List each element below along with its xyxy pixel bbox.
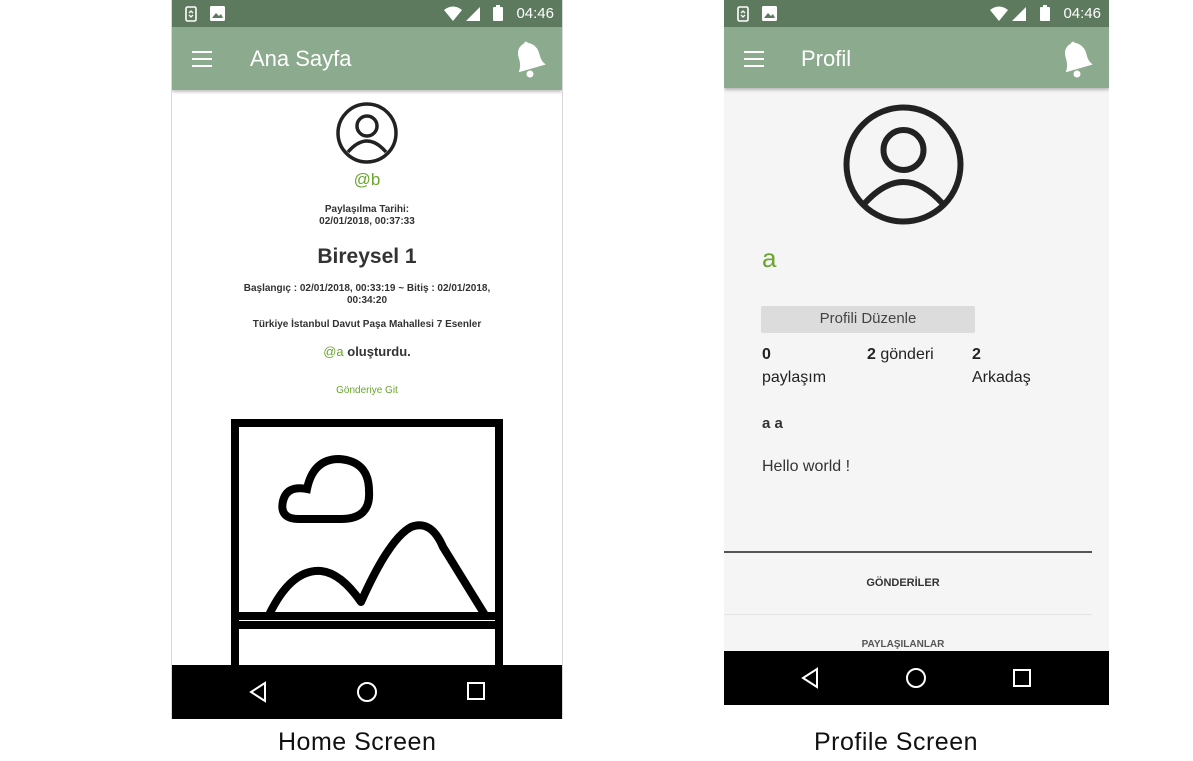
profile-bio: Hello world !: [762, 458, 851, 475]
tab-posts[interactable]: GÖNDERİLER: [724, 577, 1082, 589]
stat-shares-value: 0: [762, 346, 771, 363]
image-notification-icon: [210, 6, 225, 21]
stat-posts-label: gönderi: [880, 346, 934, 363]
status-bar: 04:46: [172, 0, 562, 27]
tab-divider: [724, 614, 1092, 615]
stat-shares[interactable]: 0 paylaşım: [762, 346, 826, 392]
status-bar: 04:46: [724, 0, 1109, 27]
image-notification-icon: [762, 6, 777, 21]
system-nav-bar: [172, 665, 562, 719]
recents-icon[interactable]: [466, 681, 486, 701]
home-screen-caption: Home Screen: [278, 728, 437, 756]
image-placeholder-icon: [231, 419, 503, 679]
recents-icon[interactable]: [1012, 668, 1032, 688]
creator-line: @a oluşturdu.: [172, 344, 562, 359]
sync-phone-icon: [737, 6, 749, 22]
page-title: Ana Sayfa: [250, 46, 352, 71]
signal-icon: [466, 7, 480, 21]
share-date-label: Paylaşılma Tarihi:: [324, 204, 410, 215]
menu-icon[interactable]: [744, 51, 764, 67]
stat-shares-label: paylaşım: [762, 369, 827, 386]
signal-icon: [1012, 7, 1026, 21]
share-date-value: 02/01/2018, 00:37:33: [319, 216, 415, 227]
creator-suffix: oluşturdu.: [347, 344, 411, 359]
wifi-icon: [990, 6, 1008, 21]
creator-handle[interactable]: @a: [323, 344, 343, 359]
page-title: Profil: [801, 46, 852, 71]
stat-friends[interactable]: 2 Arkadaş: [972, 346, 1031, 392]
wifi-icon: [444, 6, 462, 21]
profile-name: a: [762, 243, 777, 273]
avatar-icon: [336, 102, 398, 164]
post-username[interactable]: @b: [172, 170, 562, 190]
post-title: Bireysel 1: [317, 245, 417, 268]
notification-bell-icon[interactable]: [1057, 40, 1093, 78]
tab-indicator: [724, 551, 1092, 553]
post-location: Türkiye İstanbul Davut Paşa Mahallesi 7 …: [252, 319, 482, 330]
post-dates-line2: 00:34:20: [346, 295, 388, 306]
back-icon[interactable]: [800, 667, 820, 689]
home-icon[interactable]: [356, 681, 378, 703]
clock: 04:46: [516, 5, 554, 22]
battery-icon: [1040, 5, 1050, 21]
notification-bell-icon[interactable]: [510, 40, 546, 78]
stat-posts-value: 2: [867, 346, 876, 363]
edit-profile-button[interactable]: Profili Düzenle: [761, 306, 975, 333]
stat-posts[interactable]: 2 gönderi: [867, 346, 934, 364]
home-screen: 04:46 Ana Sayfa @b Paylaşılma Tarihi: 02…: [171, 0, 563, 719]
post-dates-line1: Başlangıç : 02/01/2018, 00:33:19 ~ Bitiş…: [243, 283, 491, 294]
sync-phone-icon: [185, 6, 197, 22]
system-nav-bar: [724, 651, 1109, 705]
stat-friends-value: 2: [972, 346, 981, 363]
home-icon[interactable]: [905, 667, 927, 689]
profile-avatar-icon: [843, 104, 964, 225]
app-bar: Profil: [724, 27, 1109, 88]
profile-full-name: a a: [762, 415, 783, 432]
profile-screen: 04:46 Profil a Profili Düzenle 0 paylaşı…: [724, 0, 1109, 705]
go-to-post-link[interactable]: Gönderiye Git: [172, 385, 562, 396]
menu-icon[interactable]: [192, 51, 212, 67]
app-bar: Ana Sayfa: [172, 27, 562, 90]
clock: 04:46: [1063, 5, 1101, 22]
battery-icon: [493, 5, 503, 21]
stat-friends-label: Arkadaş: [972, 369, 1031, 386]
back-icon[interactable]: [248, 681, 268, 703]
profile-screen-caption: Profile Screen: [814, 728, 979, 756]
tab-shared[interactable]: PAYLAŞILANLAR: [724, 639, 1082, 650]
